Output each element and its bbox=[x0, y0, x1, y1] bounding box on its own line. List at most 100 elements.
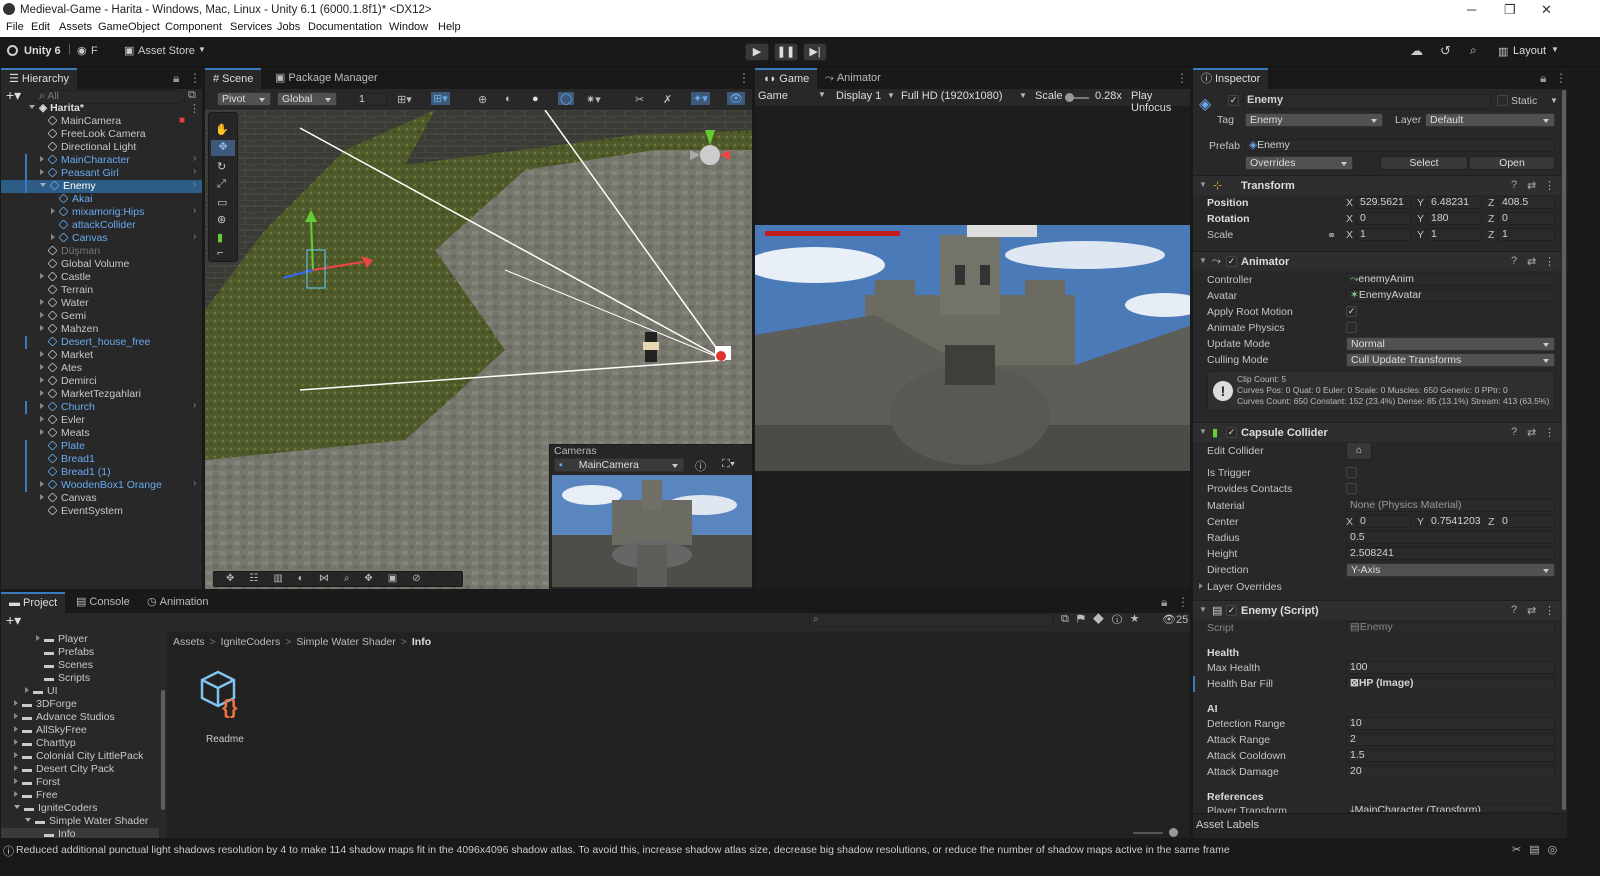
open-prefab-icon[interactable]: › bbox=[193, 153, 196, 164]
collider-enabled-checkbox[interactable]: ✓ bbox=[1226, 427, 1237, 438]
scale-y-input[interactable]: 1 bbox=[1427, 228, 1482, 241]
more-icon[interactable]: ⋮ bbox=[1176, 71, 1188, 85]
attack-cooldown-input[interactable]: 1.5 bbox=[1346, 749, 1555, 762]
cloud-icon[interactable]: ☁ bbox=[1410, 43, 1423, 59]
scale-slider[interactable] bbox=[1065, 93, 1089, 102]
lock-icon[interactable]: 🔒︎ bbox=[1540, 71, 1546, 86]
hierarchy-item[interactable]: Water bbox=[40, 297, 89, 310]
help-icon[interactable]: ? bbox=[1511, 426, 1517, 438]
hand-tool-icon[interactable]: ✋ bbox=[215, 123, 229, 136]
rotation-z-input[interactable]: 0 bbox=[1498, 212, 1555, 225]
more-icon[interactable]: ⋮ bbox=[1177, 595, 1189, 609]
chevron-down-icon[interactable]: ▼ bbox=[1550, 96, 1558, 105]
help-icon[interactable]: ? bbox=[1511, 255, 1517, 267]
resolution-dropdown[interactable]: Full HD (1920x1080) bbox=[901, 90, 1003, 102]
hierarchy-item[interactable]: Meats bbox=[40, 427, 90, 440]
static-checkbox[interactable] bbox=[1497, 95, 1508, 106]
transform-tool-icon[interactable]: ⊛ bbox=[217, 213, 226, 226]
hierarchy-item[interactable]: Enemy bbox=[40, 180, 96, 193]
culling-mode-dropdown[interactable]: Cull Update Transforms bbox=[1346, 353, 1555, 367]
custom-tool-icon[interactable]: ⌐ bbox=[217, 247, 223, 259]
hierarchy-item[interactable]: Demirci bbox=[40, 375, 97, 388]
attack-damage-input[interactable]: 20 bbox=[1346, 765, 1555, 778]
project-folder-item[interactable]: ▬ Desert City Pack bbox=[14, 763, 114, 776]
step-button[interactable]: ▶| bbox=[803, 43, 827, 61]
hierarchy-item[interactable]: Church bbox=[40, 401, 95, 414]
pivot-dropdown[interactable]: Pivot bbox=[217, 92, 271, 106]
open-prefab-icon[interactable]: › bbox=[193, 231, 196, 242]
menu-icon[interactable]: ⋮ bbox=[1544, 426, 1555, 439]
more-icon[interactable]: ⋮ bbox=[738, 71, 750, 85]
account-icon[interactable]: ◉ bbox=[77, 44, 87, 57]
layout-dropdown[interactable]: Layout bbox=[1513, 45, 1546, 57]
project-folder-item[interactable]: ▬ Prefabs bbox=[36, 646, 94, 659]
hierarchy-item[interactable]: Mahzen bbox=[40, 323, 98, 336]
prefab-field[interactable]: ◈Enemy bbox=[1245, 139, 1555, 152]
breadcrumb-info[interactable]: Info bbox=[412, 636, 431, 648]
info-icon[interactable]: ⓘ bbox=[695, 458, 706, 474]
search-filter-icons[interactable]: ⧉⚑◆ⓘ★ bbox=[1061, 613, 1147, 626]
hierarchy-item[interactable]: Düşman bbox=[40, 245, 100, 258]
close-button[interactable]: ✕ bbox=[1541, 2, 1552, 18]
readme-asset-label[interactable]: Readme bbox=[206, 734, 244, 745]
readme-asset-icon[interactable]: {} bbox=[200, 670, 250, 718]
hierarchy-item[interactable]: Bread1 (1) bbox=[40, 466, 111, 479]
active-checkbox[interactable]: ✓ bbox=[1228, 95, 1239, 106]
hierarchy-item[interactable]: Castle bbox=[40, 271, 91, 284]
object-name-input[interactable]: Enemy bbox=[1243, 94, 1491, 109]
link-icon[interactable]: ⚭ bbox=[1327, 229, 1336, 242]
apply-root-motion-checkbox[interactable]: ✓ bbox=[1346, 306, 1357, 317]
effects-icon[interactable]: ✷▾ bbox=[586, 93, 601, 106]
hierarchy-item[interactable]: attackCollider bbox=[51, 219, 136, 232]
project-folder-item[interactable]: ▬ Advance Studios bbox=[14, 711, 115, 724]
project-folder-item[interactable]: ▬ UI bbox=[25, 685, 58, 698]
menu-window[interactable]: Window bbox=[389, 21, 428, 33]
rotate-tool-icon[interactable]: ↻ bbox=[217, 160, 226, 173]
asset-labels-bar[interactable]: Asset Labels bbox=[1193, 813, 1567, 838]
scale-tool-icon[interactable]: ⤢ bbox=[217, 178, 226, 191]
more-icon[interactable]: ⋮ bbox=[1555, 71, 1567, 85]
tab-animation[interactable]: ◷ Animation bbox=[139, 592, 217, 613]
icon-size-slider[interactable] bbox=[1133, 828, 1178, 837]
maximize-button[interactable]: ❐ bbox=[1504, 2, 1516, 18]
position-x-input[interactable]: 529.5621 bbox=[1356, 196, 1411, 209]
radius-input[interactable]: 0.5 bbox=[1346, 531, 1555, 544]
help-icon[interactable]: ? bbox=[1511, 179, 1517, 191]
menu-edit[interactable]: Edit bbox=[31, 21, 50, 33]
tab-hierarchy[interactable]: ☰ Hierarchy bbox=[1, 68, 77, 89]
capsule-collider-header[interactable]: ▼ ▮ ✓ Capsule Collider ? ⇄ ⋮ bbox=[1193, 422, 1563, 442]
asset-store-button[interactable]: Asset Store bbox=[138, 45, 195, 57]
menu-assets[interactable]: Assets bbox=[59, 21, 92, 33]
breadcrumb-simple-water-shader[interactable]: Simple Water Shader bbox=[296, 636, 395, 648]
tab-package-manager[interactable]: ▣ Package Manager bbox=[267, 68, 386, 89]
project-folder-item[interactable]: ▬ Colonial City LittlePack bbox=[14, 750, 143, 763]
menu-icon[interactable]: ⋮ bbox=[1544, 255, 1555, 268]
height-input[interactable]: 2.508241 bbox=[1346, 547, 1555, 560]
project-folder-item[interactable]: ▬ Charttyp bbox=[14, 737, 76, 750]
max-health-input[interactable]: 100 bbox=[1346, 661, 1555, 674]
gizmos-icon[interactable]: ✦▾ bbox=[691, 92, 710, 105]
tag-dropdown[interactable]: Enemy bbox=[1245, 113, 1383, 127]
account-button[interactable]: F bbox=[91, 45, 98, 57]
preset-icon[interactable]: ⇄ bbox=[1527, 255, 1536, 268]
move-tool-icon[interactable]: ✥ bbox=[211, 140, 235, 156]
menu-file[interactable]: File bbox=[6, 21, 24, 33]
tab-animator[interactable]: ⤳ Animator bbox=[817, 68, 889, 89]
game-mode-dropdown[interactable]: Game bbox=[758, 90, 788, 102]
project-folder-item[interactable]: ▬ Player bbox=[36, 633, 88, 646]
tree-scrollbar[interactable] bbox=[160, 632, 166, 832]
globe-icon[interactable]: ⊕ bbox=[478, 93, 487, 106]
center-y-input[interactable]: 0.7541203 bbox=[1427, 515, 1482, 528]
is-trigger-checkbox[interactable] bbox=[1346, 467, 1357, 478]
hierarchy-item[interactable]: Bread1 bbox=[40, 453, 95, 466]
hierarchy-item[interactable]: Canvas bbox=[40, 492, 97, 505]
center-x-input[interactable]: 0 bbox=[1356, 515, 1411, 528]
project-folder-item[interactable]: ▬ Simple Water Shader bbox=[25, 815, 148, 828]
select-button[interactable]: Select bbox=[1380, 156, 1468, 170]
scale-z-input[interactable]: 1 bbox=[1498, 228, 1555, 241]
enemy-script-header[interactable]: ▼ ▤ ✓ Enemy (Script) ? ⇄ ⋮ bbox=[1193, 600, 1563, 620]
lock-icon[interactable]: 🔒︎ bbox=[173, 71, 179, 86]
rect-tool-icon[interactable]: ▭ bbox=[217, 196, 227, 209]
hierarchy-item[interactable]: FreeLook Camera bbox=[40, 128, 146, 141]
hierarchy-item[interactable]: Canvas bbox=[51, 232, 108, 245]
